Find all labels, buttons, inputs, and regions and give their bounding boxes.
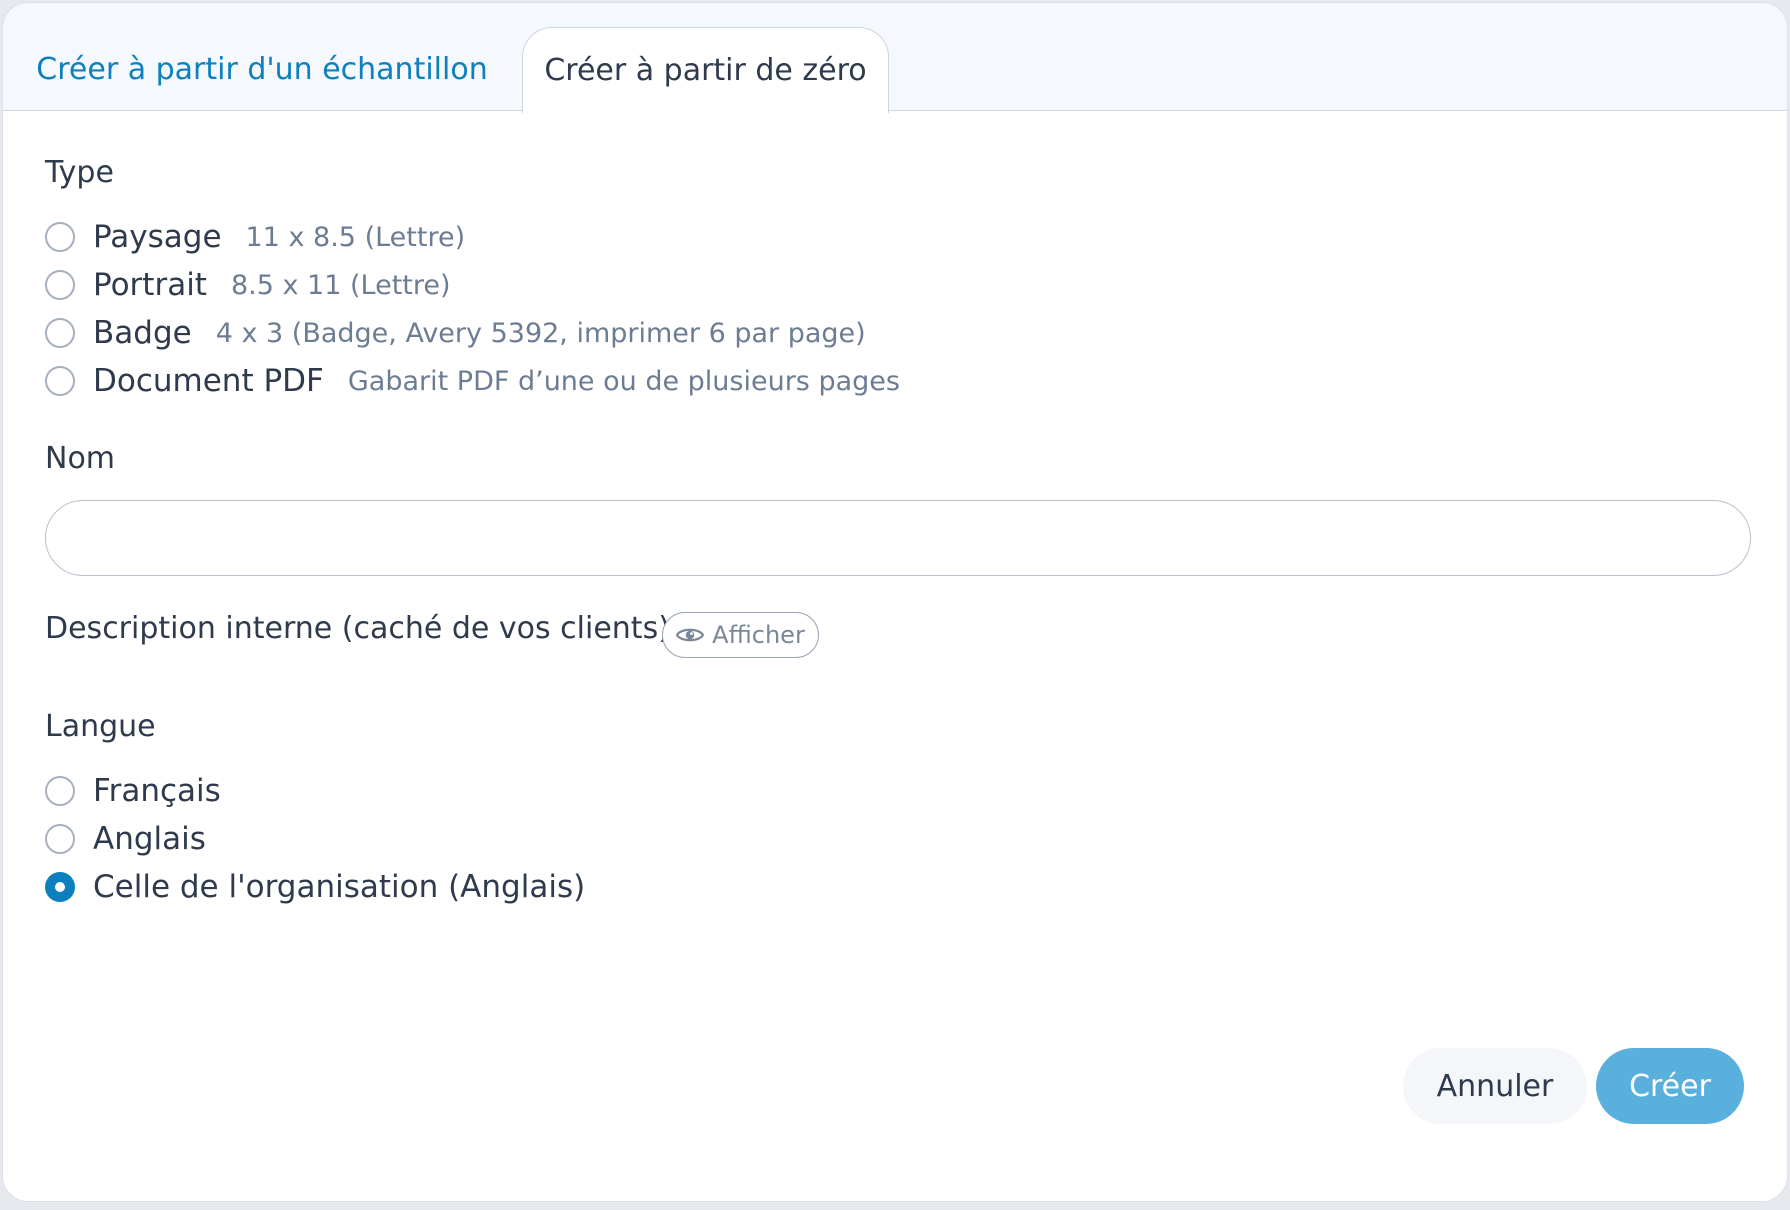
type-section-label: Type [45, 155, 114, 190]
language-radio-english[interactable] [45, 824, 75, 854]
tab-create-from-sample[interactable]: Créer à partir d'un échantillon [3, 27, 521, 111]
type-radio-portrait[interactable] [45, 270, 75, 300]
language-option-label: Celle de l'organisation (Anglais) [93, 869, 586, 905]
language-option-organization[interactable]: Celle de l'organisation (Anglais) [45, 867, 585, 907]
type-option-label: Portrait [93, 267, 207, 303]
show-description-button[interactable]: Afficher [662, 612, 819, 658]
internal-description-label: Description interne (caché de vos client… [45, 611, 680, 646]
type-radio-badge[interactable] [45, 318, 75, 348]
type-radio-paysage[interactable] [45, 222, 75, 252]
cancel-button-label: Annuler [1436, 1068, 1554, 1104]
language-radio-organization[interactable] [45, 872, 75, 902]
eye-icon [676, 628, 705, 642]
type-option-pdf[interactable]: Document PDF Gabarit PDF d’une ou de plu… [45, 361, 900, 401]
name-section-label: Nom [45, 441, 116, 476]
language-option-label: Anglais [93, 821, 206, 857]
language-option-english[interactable]: Anglais [45, 819, 206, 859]
type-option-hint: 11 x 8.5 (Lettre) [245, 221, 466, 253]
cancel-button[interactable]: Annuler [1403, 1048, 1587, 1124]
tab-create-from-sample-label: Créer à partir d'un échantillon [36, 51, 488, 87]
type-option-portrait[interactable]: Portrait 8.5 x 11 (Lettre) [45, 265, 451, 305]
name-input[interactable] [45, 500, 1751, 576]
type-option-label: Badge [93, 315, 192, 351]
show-description-label: Afficher [712, 621, 805, 649]
type-option-hint: Gabarit PDF d’une ou de plusieurs pages [347, 365, 900, 397]
type-option-label: Document PDF [93, 363, 324, 399]
create-template-dialog: Créer à partir d'un échantillon Créer à … [2, 2, 1788, 1202]
type-option-paysage[interactable]: Paysage 11 x 8.5 (Lettre) [45, 217, 465, 257]
create-button[interactable]: Créer [1596, 1048, 1744, 1124]
create-button-label: Créer [1629, 1068, 1711, 1104]
tab-create-from-scratch-label: Créer à partir de zéro [544, 53, 867, 88]
type-option-hint: 4 x 3 (Badge, Avery 5392, imprimer 6 par… [215, 317, 866, 349]
type-radio-pdf[interactable] [45, 366, 75, 396]
language-section-label: Langue [45, 709, 156, 744]
language-radio-french[interactable] [45, 776, 75, 806]
type-option-label: Paysage [93, 219, 222, 255]
type-option-badge[interactable]: Badge 4 x 3 (Badge, Avery 5392, imprimer… [45, 313, 866, 353]
tab-bar: Créer à partir d'un échantillon Créer à … [3, 3, 1787, 113]
type-option-hint: 8.5 x 11 (Lettre) [230, 269, 451, 301]
tab-create-from-scratch[interactable]: Créer à partir de zéro [522, 27, 889, 113]
language-option-label: Français [93, 773, 221, 809]
language-option-french[interactable]: Français [45, 771, 221, 811]
